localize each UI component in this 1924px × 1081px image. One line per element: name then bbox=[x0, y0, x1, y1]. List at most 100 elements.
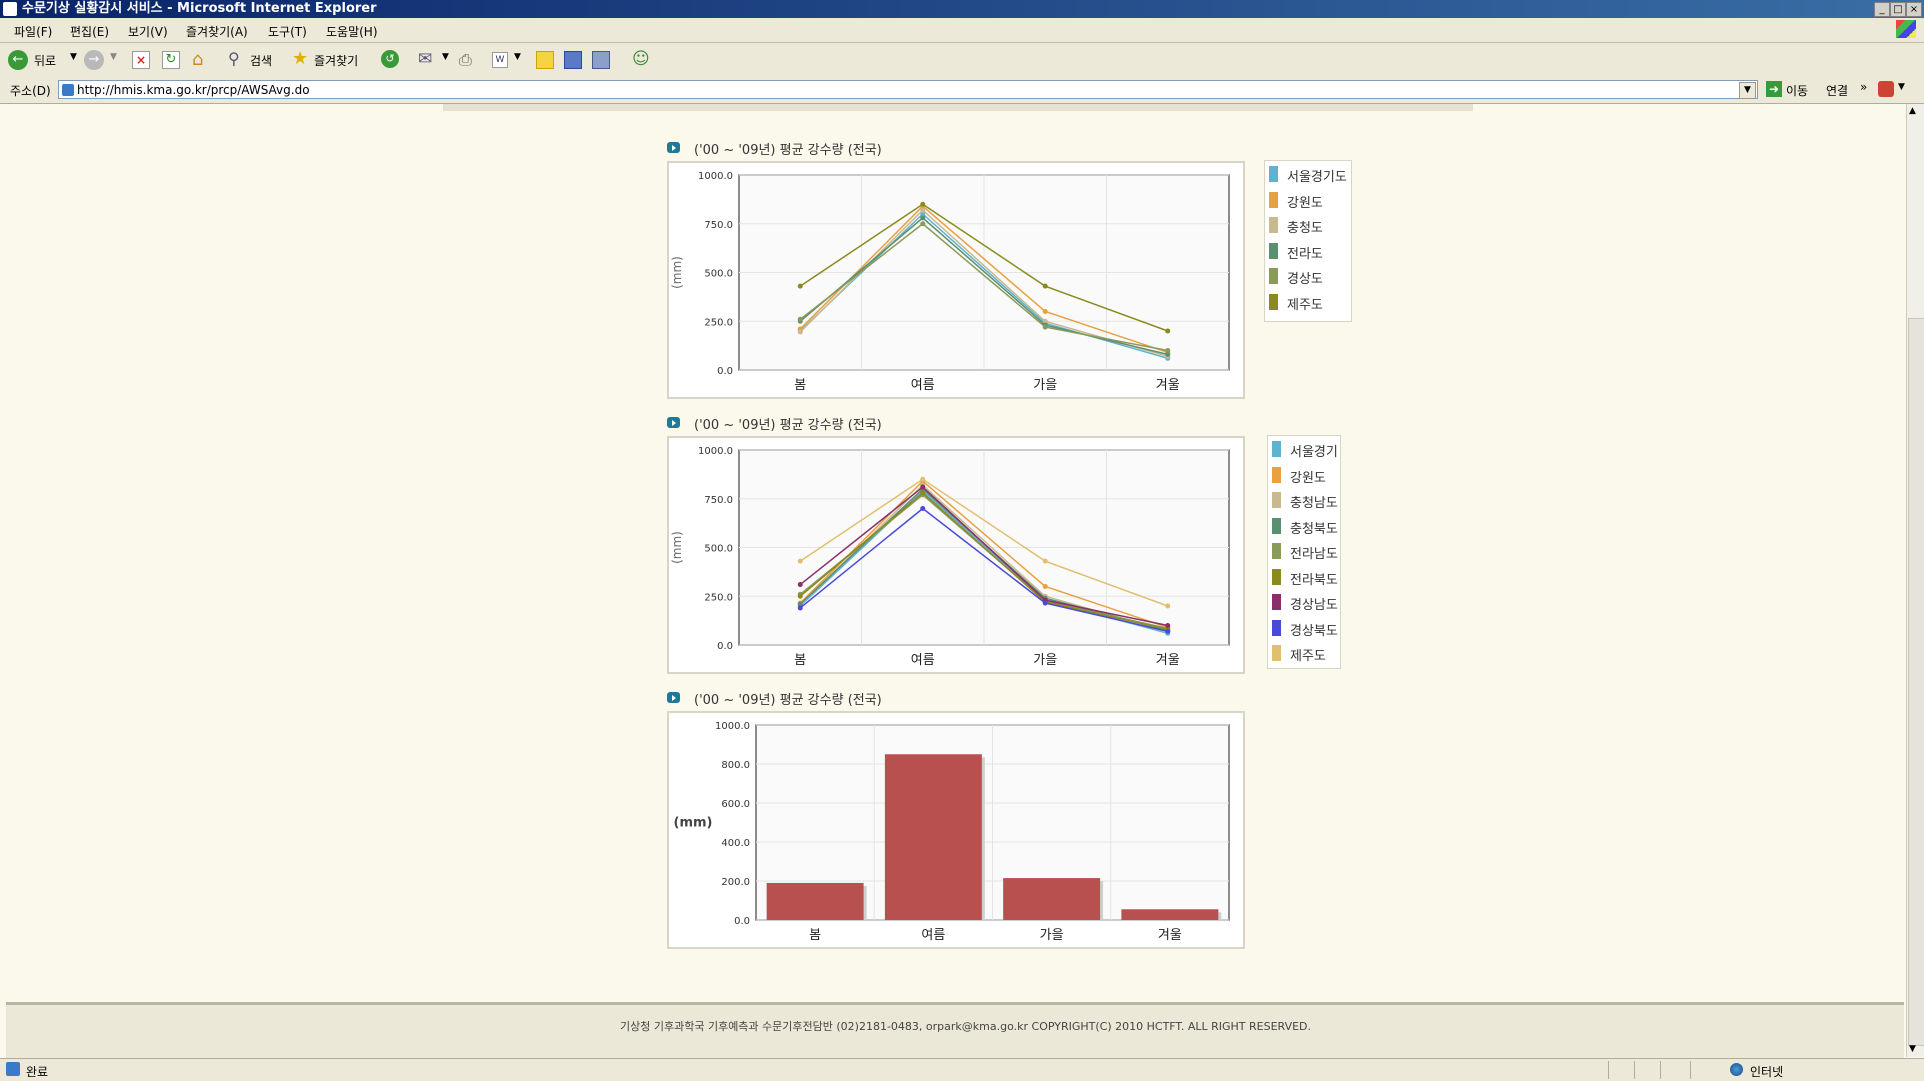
section-title: ('00 ~ '09년) 평균 강수량 (전국) bbox=[694, 143, 882, 158]
print-button[interactable]: ⎙ bbox=[458, 49, 480, 71]
menu-edit[interactable]: 편집(E) bbox=[70, 23, 109, 40]
menu-file[interactable]: 파일(F) bbox=[14, 23, 52, 40]
msn-button[interactable]: ☺ bbox=[630, 49, 654, 71]
stop-button[interactable]: × bbox=[130, 49, 152, 71]
data-point bbox=[1042, 558, 1048, 564]
data-point bbox=[920, 484, 926, 490]
menu-help[interactable]: 도움말(H) bbox=[326, 23, 378, 40]
status-divider bbox=[1690, 1061, 1691, 1079]
data-point bbox=[920, 221, 926, 227]
menu-tools[interactable]: 도구(T) bbox=[268, 23, 307, 40]
legend-label: 경상북도 bbox=[1290, 623, 1338, 639]
vertical-scrollbar[interactable]: ▲ ▼ bbox=[1906, 104, 1924, 1057]
links-label[interactable]: 연결 bbox=[1826, 82, 1848, 99]
data-point bbox=[797, 316, 803, 322]
legend-item: 충청남도 bbox=[1272, 490, 1344, 511]
y-tick-label: 800.0 bbox=[721, 760, 750, 771]
research-button[interactable] bbox=[590, 49, 612, 71]
chart-svg: 0.0 200.0 400.0 600.0 800.0 1000.0 봄 여름 가을 겨울 (mm) bbox=[674, 721, 1230, 943]
data-point bbox=[1042, 600, 1048, 606]
menu-view[interactable]: 보기(V) bbox=[128, 23, 168, 40]
refresh-icon: ↻ bbox=[162, 51, 180, 69]
y-axis-label: (mm) bbox=[670, 256, 684, 289]
minimize-button[interactable]: _ bbox=[1874, 2, 1890, 17]
y-axis-label: (mm) bbox=[674, 816, 713, 831]
y-tick-label: 400.0 bbox=[721, 838, 750, 849]
data-point bbox=[1042, 584, 1048, 589]
translate-icon[interactable] bbox=[1878, 81, 1894, 97]
scroll-down-icon[interactable]: ▼ bbox=[1909, 1044, 1916, 1054]
refresh-button[interactable]: ↻ bbox=[160, 49, 182, 71]
scroll-thumb[interactable] bbox=[1908, 318, 1924, 1046]
dropdown-arrow-icon: ▼ bbox=[110, 52, 117, 62]
x-tick-label: 봄 bbox=[794, 653, 806, 668]
address-input[interactable]: http://hmis.kma.go.kr/prcp/AWSAvg.do ▼ bbox=[58, 80, 1758, 99]
bar bbox=[766, 882, 864, 920]
close-window-button[interactable]: × bbox=[1906, 2, 1922, 17]
messenger-button[interactable] bbox=[562, 49, 584, 71]
line-chart-2: 0.0 250.0 500.0 750.0 1000.0 봄 여름 가을 겨울 (mm) bbox=[667, 436, 1245, 674]
go-button[interactable]: ➜ 이동 bbox=[1766, 81, 1816, 99]
menu-favorites[interactable]: 즐겨찾기(A) bbox=[186, 23, 248, 40]
y-tick-label: 1000.0 bbox=[698, 446, 733, 457]
bar bbox=[1121, 909, 1219, 920]
legend-item: 충청북도 bbox=[1272, 516, 1344, 537]
data-point bbox=[920, 207, 926, 213]
window-icon bbox=[564, 51, 582, 69]
top-divider bbox=[443, 104, 1473, 111]
address-label: 주소(D) bbox=[10, 84, 51, 98]
data-point bbox=[920, 506, 926, 511]
notes-button[interactable] bbox=[534, 49, 556, 71]
search-button[interactable]: ⚲ 검색 bbox=[228, 49, 282, 71]
legend-label: 서울경기도 bbox=[1287, 170, 1347, 185]
section-bullet-icon bbox=[667, 692, 680, 703]
home-button[interactable]: ⌂ bbox=[190, 49, 214, 71]
mail-button[interactable]: ✉ ▼ bbox=[418, 49, 452, 71]
chart-legend: 서울경기도 강원도 충청도 전라도 경상도 제주도 bbox=[1264, 160, 1352, 322]
page-footer: 기상청 기후과학국 기후예측과 수문기후전담반 (02)2181-0483, o… bbox=[6, 1002, 1904, 1059]
data-point bbox=[1165, 348, 1171, 353]
x-tick-label: 가을 bbox=[1040, 928, 1064, 943]
legend-item: 충청도 bbox=[1269, 215, 1355, 236]
data-point bbox=[797, 329, 803, 335]
note-icon bbox=[536, 51, 554, 69]
legend-item: 강원도 bbox=[1269, 190, 1355, 211]
page-content: ('00 ~ '09년) 평균 강수량 (전국) 0.0 250.0 500.0 75… bbox=[6, 104, 1904, 1002]
data-point bbox=[1165, 603, 1171, 609]
legend-swatch bbox=[1272, 594, 1281, 610]
scroll-up-icon[interactable]: ▲ bbox=[1909, 106, 1916, 116]
legend-swatch bbox=[1269, 166, 1278, 182]
legend-swatch bbox=[1269, 268, 1278, 284]
edit-button[interactable]: W ▼ bbox=[490, 49, 524, 71]
chart-svg: 0.0 250.0 500.0 750.0 1000.0 봄 여름 가을 겨울 (mm) bbox=[670, 446, 1230, 668]
y-axis-label: (mm) bbox=[670, 531, 684, 564]
section-bullet-icon bbox=[667, 142, 680, 153]
legend-item: 전라남도 bbox=[1272, 541, 1344, 562]
legend-swatch bbox=[1272, 619, 1281, 636]
back-button[interactable]: ← 뒤로 ▼ bbox=[8, 49, 80, 71]
bar bbox=[884, 754, 982, 920]
research-icon bbox=[592, 51, 610, 69]
legend-item: 서울경기 bbox=[1272, 439, 1344, 460]
data-point bbox=[920, 201, 926, 207]
data-point bbox=[1042, 283, 1048, 289]
dropdown-arrow-icon[interactable]: ▼ bbox=[1898, 82, 1905, 92]
legend-label: 충청도 bbox=[1287, 221, 1323, 236]
x-tick-label: 봄 bbox=[794, 378, 806, 393]
menu-bar: 파일(F) 편집(E) 보기(V) 즐겨찾기(A) 도구(T) 도움말(H) bbox=[0, 18, 1924, 43]
toolbar: ← 뒤로 ▼ → ▼ × ↻ ⌂ ⚲ 검색 ★ 즐겨찾기 ↺ ✉ ▼ ⎙ W ▼ bbox=[0, 43, 1924, 78]
chart-legend: 서울경기 강원도 충청남도 충청북도 전라남도 전라북도 경상남도 경상북도 제주도 bbox=[1267, 435, 1341, 669]
forward-button[interactable]: → ▼ bbox=[84, 49, 120, 71]
chevron-right-icon[interactable]: » bbox=[1860, 80, 1867, 94]
favorites-button[interactable]: ★ 즐겨찾기 bbox=[292, 48, 370, 71]
maximize-button[interactable]: □ bbox=[1890, 2, 1906, 17]
page-icon bbox=[6, 1062, 20, 1076]
data-point bbox=[797, 605, 803, 611]
address-dropdown-icon[interactable]: ▼ bbox=[1739, 82, 1756, 99]
history-button[interactable]: ↺ bbox=[380, 49, 402, 71]
y-tick-label: 250.0 bbox=[704, 317, 733, 328]
legend-label: 제주도 bbox=[1287, 297, 1323, 313]
favorites-label: 즐겨찾기 bbox=[314, 54, 359, 68]
go-arrow-icon: ➜ bbox=[1766, 81, 1782, 97]
legend-label: 서울경기 bbox=[1290, 445, 1338, 460]
